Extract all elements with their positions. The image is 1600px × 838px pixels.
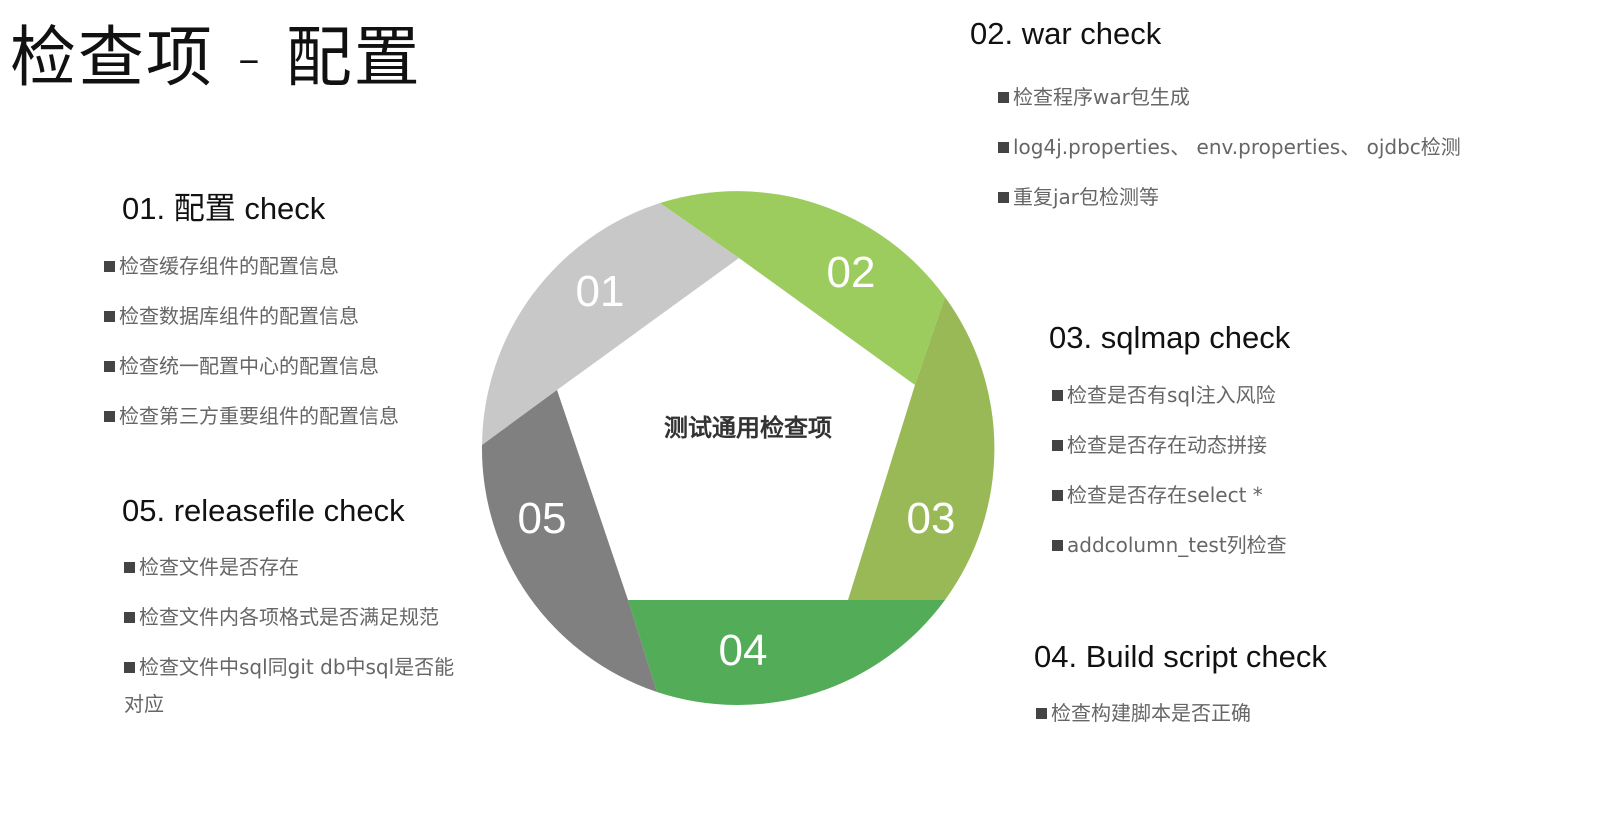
square-bullet-icon	[1052, 390, 1063, 401]
segment-05	[481, 390, 657, 692]
list-item: 检查统一配置中心的配置信息	[104, 348, 399, 385]
list-item: 检查第三方重要组件的配置信息	[104, 398, 399, 435]
square-bullet-icon	[998, 92, 1009, 103]
segment-label-01: 01	[576, 267, 625, 316]
square-bullet-icon	[1052, 490, 1063, 501]
list-item: log4j.properties、 env.properties、 ojdbc检…	[998, 129, 1461, 166]
segment-label-05: 05	[518, 494, 567, 543]
square-bullet-icon	[1052, 540, 1063, 551]
list-item: 检查构建脚本是否正确	[1036, 695, 1251, 732]
square-bullet-icon	[104, 361, 115, 372]
list-item: 检查文件内各项格式是否满足规范	[124, 599, 459, 636]
square-bullet-icon	[998, 142, 1009, 153]
list-item: 检查是否存在动态拼接	[1052, 427, 1287, 464]
square-bullet-icon	[104, 261, 115, 272]
square-bullet-icon	[1052, 440, 1063, 451]
section-05-heading: 05. releasefile check	[122, 493, 405, 528]
segment-04	[628, 600, 945, 706]
list-item: 检查是否有sql注入风险	[1052, 377, 1287, 414]
segment-01	[482, 203, 739, 445]
section-05-list: 检查文件是否存在 检查文件内各项格式是否满足规范 检查文件中sql同git db…	[124, 549, 459, 736]
list-item: 检查是否存在select *	[1052, 477, 1287, 514]
section-02-list: 检查程序war包生成 log4j.properties、 env.propert…	[998, 79, 1461, 229]
square-bullet-icon	[124, 612, 135, 623]
list-item: 检查文件中sql同git db中sql是否能对应	[124, 655, 455, 716]
list-item: 检查文件是否存在	[124, 549, 459, 586]
segment-label-04: 04	[719, 626, 768, 675]
square-bullet-icon	[1036, 708, 1047, 719]
section-01-heading: 01. 配置 check	[122, 191, 326, 226]
center-label: 测试通用检查项	[664, 414, 832, 442]
section-04-list: 检查构建脚本是否正确	[1036, 695, 1251, 745]
section-03-list: 检查是否有sql注入风险 检查是否存在动态拼接 检查是否存在select * a…	[1052, 377, 1287, 577]
segment-label-02: 02	[827, 248, 876, 297]
section-04-heading: 04. Build script check	[1034, 639, 1327, 674]
segment-label-03: 03	[907, 494, 956, 543]
list-item: 检查程序war包生成	[998, 79, 1461, 116]
section-02-heading: 02. war check	[970, 16, 1162, 51]
square-bullet-icon	[124, 562, 135, 573]
list-item: addcolumn_test列检查	[1052, 527, 1287, 564]
list-item: 检查缓存组件的配置信息	[104, 248, 399, 285]
square-bullet-icon	[124, 662, 135, 673]
list-item: 重复jar包检测等	[998, 179, 1461, 216]
section-03-heading: 03. sqlmap check	[1049, 320, 1291, 355]
square-bullet-icon	[104, 311, 115, 322]
segment-02	[660, 191, 945, 385]
square-bullet-icon	[104, 411, 115, 422]
square-bullet-icon	[998, 192, 1009, 203]
section-01-list: 检查缓存组件的配置信息 检查数据库组件的配置信息 检查统一配置中心的配置信息 检…	[104, 248, 399, 448]
list-item: 检查数据库组件的配置信息	[104, 298, 399, 335]
